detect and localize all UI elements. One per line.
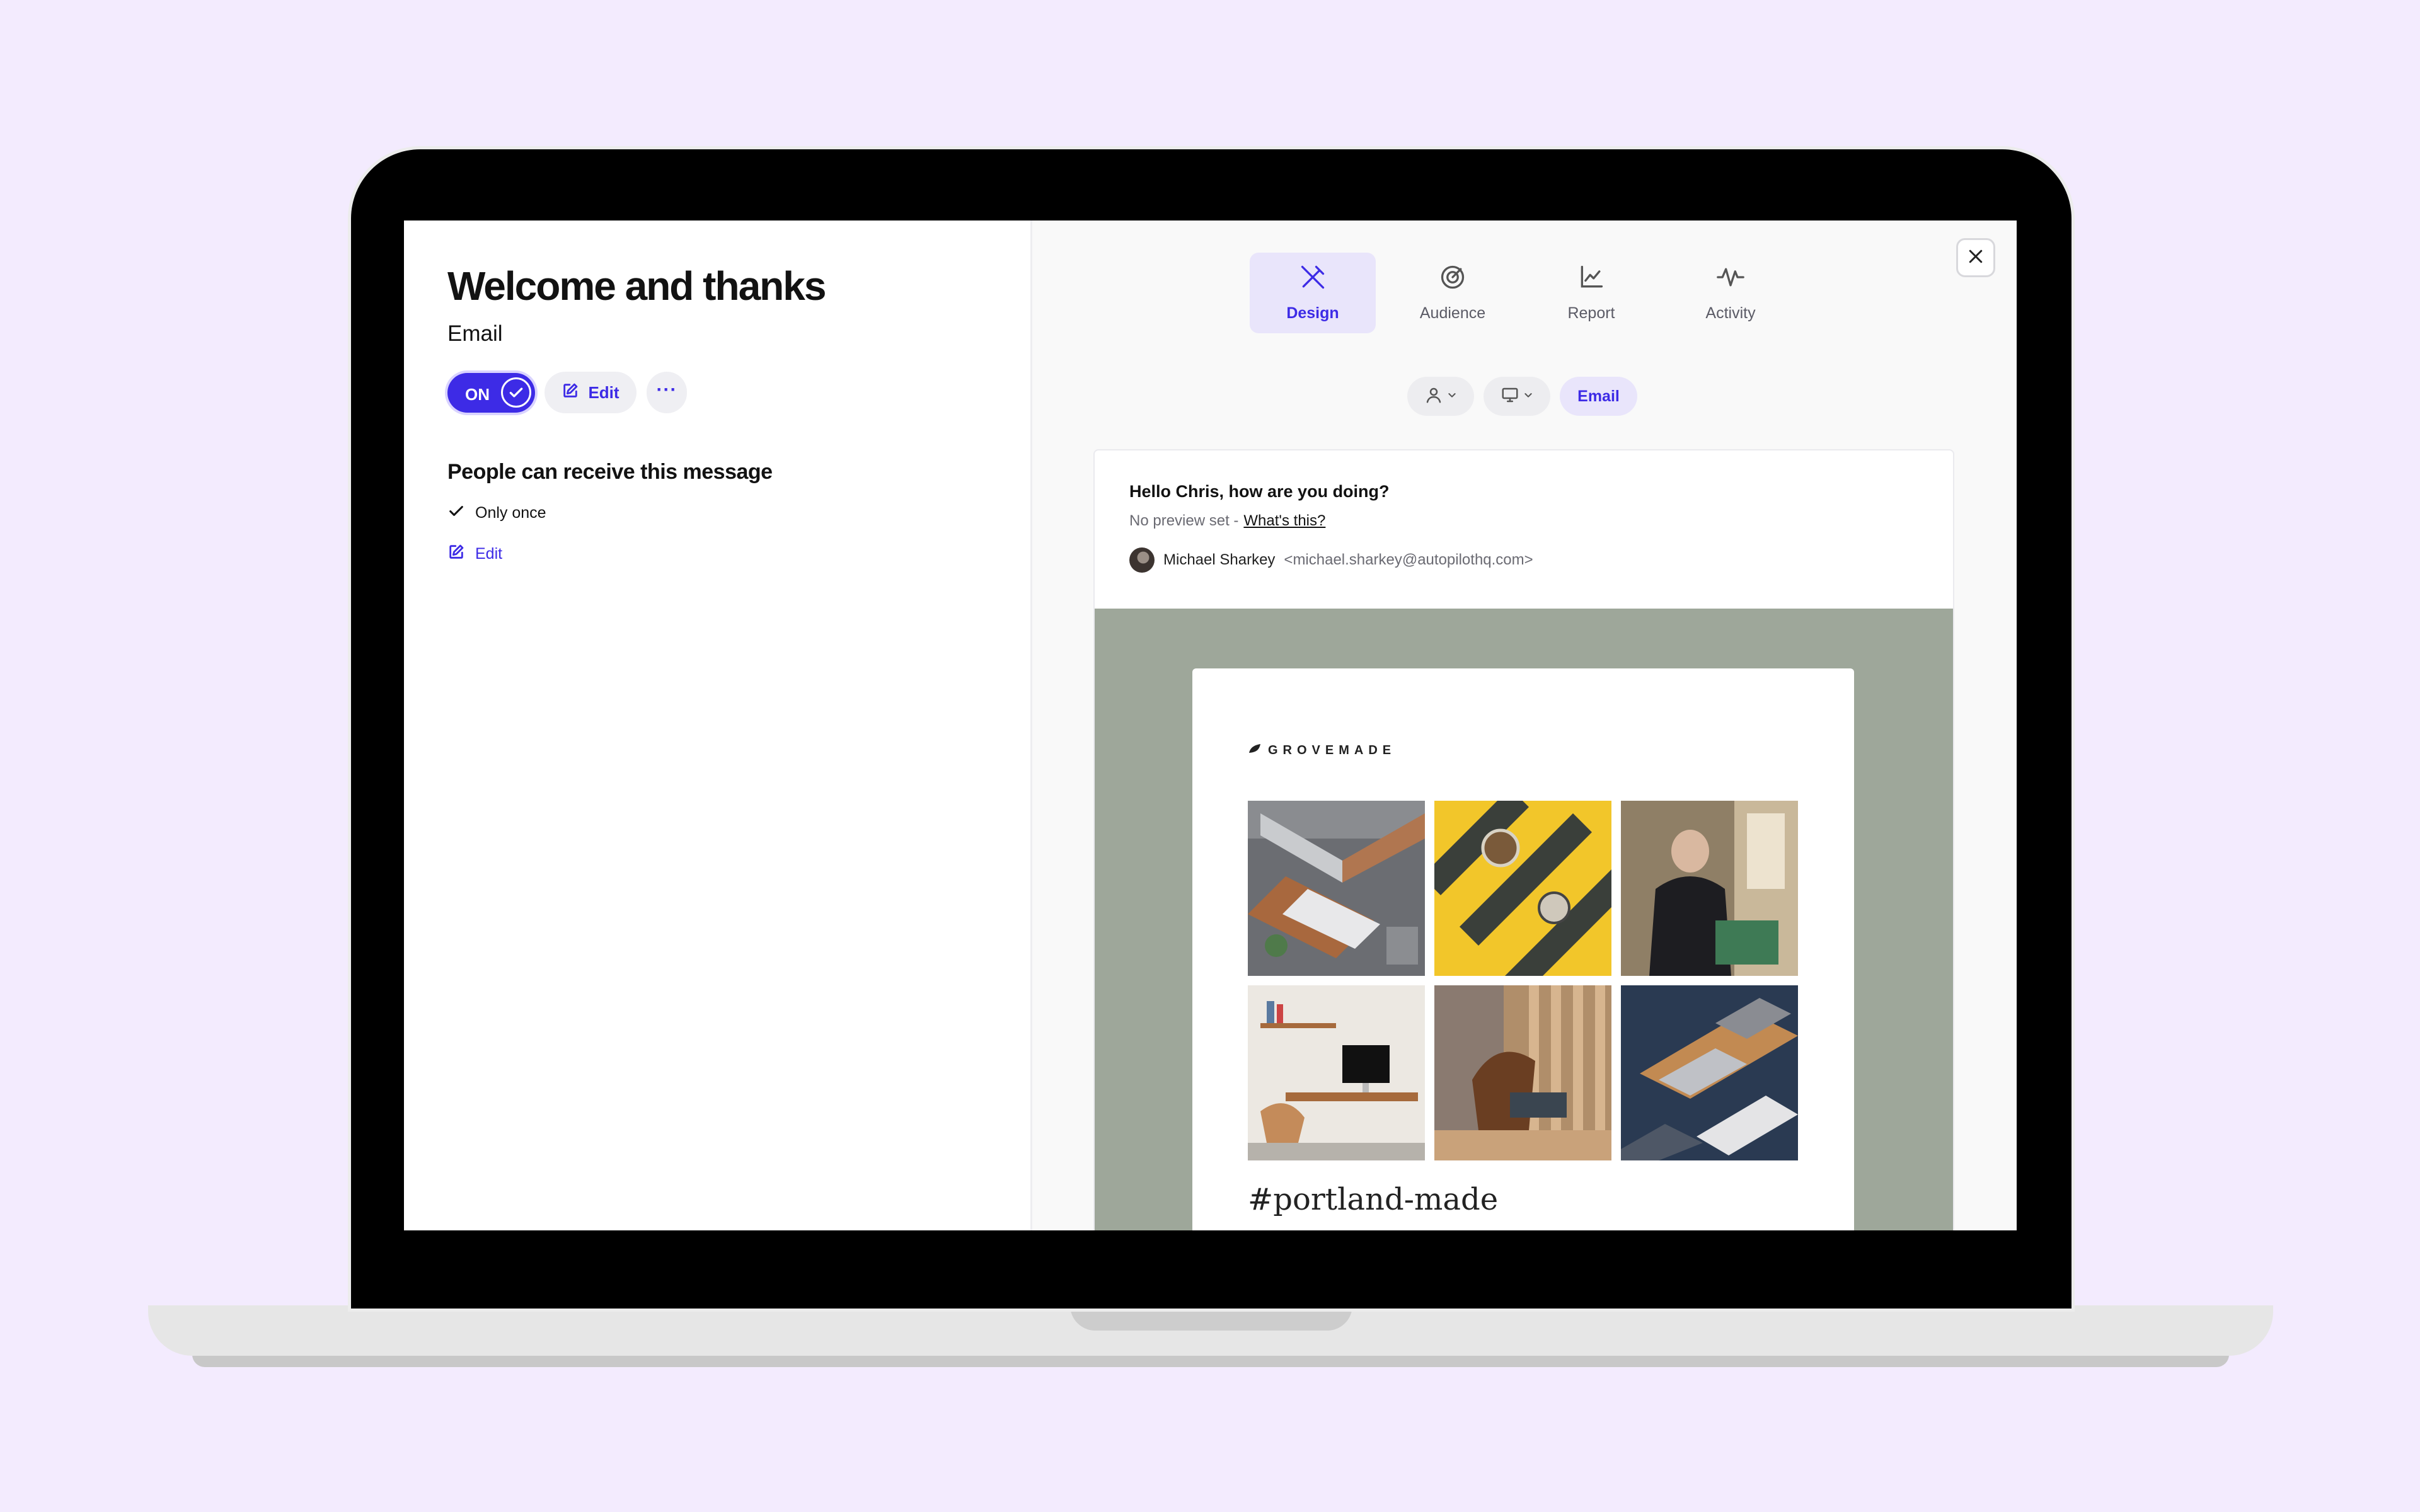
device-selector[interactable]: [1484, 377, 1550, 416]
email-preview: Hello Chris, how are you doing? No previ…: [1093, 449, 1954, 1230]
line-chart-icon: [1577, 263, 1605, 295]
frequency-rule: Only once: [447, 502, 546, 524]
product-photo: [1434, 985, 1611, 1160]
whats-this-link[interactable]: What's this?: [1243, 512, 1325, 529]
product-photo: [1248, 801, 1425, 976]
product-photo: [1248, 985, 1425, 1160]
check-icon: [447, 502, 465, 524]
tab-label: Report: [1567, 304, 1615, 322]
photo-grid: [1248, 801, 1801, 1160]
product-photo: [1434, 801, 1611, 976]
product-photo: [1621, 801, 1798, 976]
edit-message-button[interactable]: Edit: [544, 372, 637, 413]
edit-icon: [562, 382, 579, 404]
chevron-down-icon: [1523, 390, 1533, 403]
tab-activity[interactable]: Activity: [1668, 253, 1794, 333]
tab-design[interactable]: Design: [1250, 253, 1376, 333]
edit-icon: [447, 543, 465, 565]
tab-label: Activity: [1705, 304, 1756, 322]
leaf-icon: [1248, 743, 1262, 758]
edit-rules-label: Edit: [475, 545, 503, 563]
close-button[interactable]: [1956, 238, 1995, 277]
page-title: Welcome and thanks: [447, 263, 826, 309]
product-photo: [1621, 985, 1798, 1160]
preview-text: No preview set -: [1129, 512, 1239, 529]
toggle-label: ON: [465, 385, 490, 404]
preview-text-line: No preview set - What's this?: [1129, 512, 1325, 530]
app-window: Welcome and thanks Email ON Edit ··· Peo…: [404, 220, 2017, 1230]
more-options-button[interactable]: ···: [647, 372, 687, 413]
message-status-toggle[interactable]: ON: [447, 373, 535, 413]
format-email-button[interactable]: Email: [1560, 377, 1637, 416]
chevron-down-icon: [1447, 390, 1457, 403]
email-hashtag: #portland-made: [1248, 1182, 1499, 1217]
close-icon: [1966, 247, 1985, 269]
target-icon: [1439, 263, 1466, 295]
pencil-ruler-icon: [1299, 263, 1327, 295]
laptop-notch: [1070, 1305, 1352, 1331]
brand-logo: GROVEMADE: [1248, 743, 1396, 758]
edit-button-label: Edit: [588, 382, 619, 402]
email-body-background: GROVEMADE #portland-made: [1095, 609, 1953, 1230]
more-icon: ···: [656, 379, 677, 400]
message-settings-panel: Welcome and thanks Email ON Edit ··· Peo…: [404, 220, 1032, 1230]
contact-selector[interactable]: [1407, 377, 1474, 416]
sender-email: <michael.sharkey@autopilothq.com>: [1284, 551, 1533, 568]
sender-name: Michael Sharkey: [1163, 551, 1276, 568]
avatar: [1129, 547, 1155, 573]
tab-label: Design: [1286, 304, 1339, 322]
email-content-card: GROVEMADE #portland-made: [1192, 668, 1854, 1230]
person-icon: [1424, 386, 1443, 408]
receive-rules-heading: People can receive this message: [447, 460, 773, 484]
sender-info: Michael Sharkey <michael.sharkey@autopil…: [1129, 547, 1533, 573]
edit-rules-link[interactable]: Edit: [447, 543, 502, 565]
desktop-icon: [1501, 386, 1519, 408]
tab-audience[interactable]: Audience: [1390, 253, 1516, 333]
tab-report[interactable]: Report: [1528, 253, 1654, 333]
laptop-base-shadow: [192, 1354, 2229, 1367]
check-icon: [501, 377, 531, 408]
pulse-icon: [1715, 263, 1746, 295]
frequency-label: Only once: [475, 504, 546, 522]
tab-label: Audience: [1419, 304, 1486, 322]
email-subject: Hello Chris, how are you doing?: [1129, 482, 1390, 501]
preview-panel: Design Audience Report Activity Email He…: [1032, 220, 2017, 1230]
message-type-label: Email: [447, 321, 503, 346]
brand-name: GROVEMADE: [1268, 743, 1397, 757]
